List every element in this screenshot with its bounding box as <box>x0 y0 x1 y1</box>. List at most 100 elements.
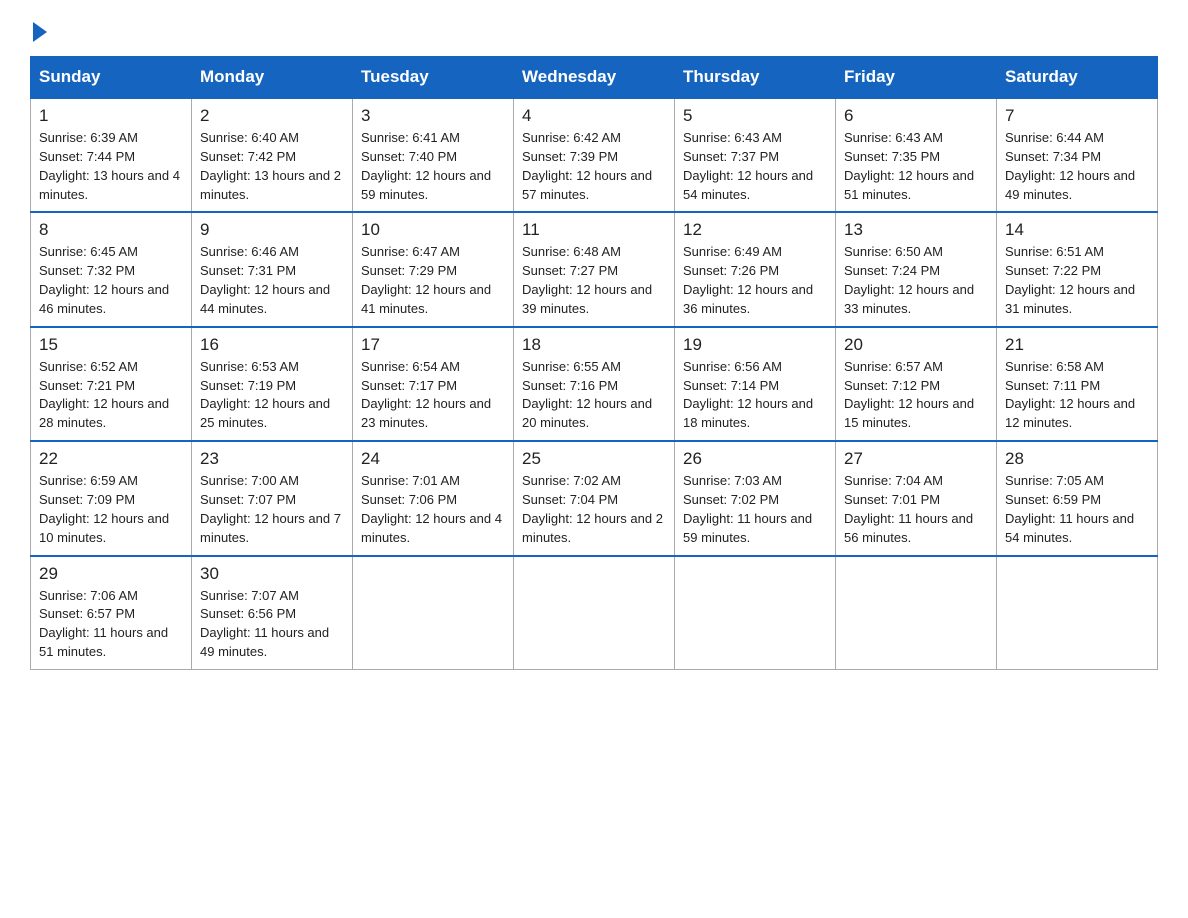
day-number: 28 <box>1005 449 1149 469</box>
calendar-cell: 6 Sunrise: 6:43 AMSunset: 7:35 PMDayligh… <box>836 98 997 212</box>
day-info: Sunrise: 7:05 AMSunset: 6:59 PMDaylight:… <box>1005 472 1149 547</box>
day-number: 20 <box>844 335 988 355</box>
calendar-cell: 3 Sunrise: 6:41 AMSunset: 7:40 PMDayligh… <box>353 98 514 212</box>
day-info: Sunrise: 7:07 AMSunset: 6:56 PMDaylight:… <box>200 587 344 662</box>
calendar-week-row: 1 Sunrise: 6:39 AMSunset: 7:44 PMDayligh… <box>31 98 1158 212</box>
calendar-week-row: 8 Sunrise: 6:45 AMSunset: 7:32 PMDayligh… <box>31 212 1158 326</box>
calendar-cell: 26 Sunrise: 7:03 AMSunset: 7:02 PMDaylig… <box>675 441 836 555</box>
day-info: Sunrise: 6:54 AMSunset: 7:17 PMDaylight:… <box>361 358 505 433</box>
calendar-cell: 2 Sunrise: 6:40 AMSunset: 7:42 PMDayligh… <box>192 98 353 212</box>
calendar-cell: 8 Sunrise: 6:45 AMSunset: 7:32 PMDayligh… <box>31 212 192 326</box>
day-info: Sunrise: 6:42 AMSunset: 7:39 PMDaylight:… <box>522 129 666 204</box>
calendar-cell: 1 Sunrise: 6:39 AMSunset: 7:44 PMDayligh… <box>31 98 192 212</box>
day-number: 24 <box>361 449 505 469</box>
day-number: 30 <box>200 564 344 584</box>
day-info: Sunrise: 6:43 AMSunset: 7:37 PMDaylight:… <box>683 129 827 204</box>
weekday-header-sunday: Sunday <box>31 57 192 99</box>
day-number: 5 <box>683 106 827 126</box>
calendar-cell: 18 Sunrise: 6:55 AMSunset: 7:16 PMDaylig… <box>514 327 675 441</box>
day-info: Sunrise: 6:47 AMSunset: 7:29 PMDaylight:… <box>361 243 505 318</box>
day-number: 1 <box>39 106 183 126</box>
day-info: Sunrise: 6:43 AMSunset: 7:35 PMDaylight:… <box>844 129 988 204</box>
calendar-cell: 22 Sunrise: 6:59 AMSunset: 7:09 PMDaylig… <box>31 441 192 555</box>
day-number: 3 <box>361 106 505 126</box>
calendar-cell: 9 Sunrise: 6:46 AMSunset: 7:31 PMDayligh… <box>192 212 353 326</box>
calendar-header-row: SundayMondayTuesdayWednesdayThursdayFrid… <box>31 57 1158 99</box>
weekday-header-thursday: Thursday <box>675 57 836 99</box>
logo <box>30 20 47 38</box>
day-number: 4 <box>522 106 666 126</box>
day-info: Sunrise: 6:44 AMSunset: 7:34 PMDaylight:… <box>1005 129 1149 204</box>
day-number: 19 <box>683 335 827 355</box>
calendar-table: SundayMondayTuesdayWednesdayThursdayFrid… <box>30 56 1158 670</box>
day-info: Sunrise: 7:00 AMSunset: 7:07 PMDaylight:… <box>200 472 344 547</box>
day-info: Sunrise: 7:01 AMSunset: 7:06 PMDaylight:… <box>361 472 505 547</box>
calendar-cell: 16 Sunrise: 6:53 AMSunset: 7:19 PMDaylig… <box>192 327 353 441</box>
weekday-header-saturday: Saturday <box>997 57 1158 99</box>
weekday-header-wednesday: Wednesday <box>514 57 675 99</box>
weekday-header-friday: Friday <box>836 57 997 99</box>
calendar-cell <box>353 556 514 670</box>
calendar-cell: 25 Sunrise: 7:02 AMSunset: 7:04 PMDaylig… <box>514 441 675 555</box>
day-number: 7 <box>1005 106 1149 126</box>
calendar-cell: 5 Sunrise: 6:43 AMSunset: 7:37 PMDayligh… <box>675 98 836 212</box>
day-number: 23 <box>200 449 344 469</box>
day-number: 15 <box>39 335 183 355</box>
weekday-header-tuesday: Tuesday <box>353 57 514 99</box>
calendar-cell: 12 Sunrise: 6:49 AMSunset: 7:26 PMDaylig… <box>675 212 836 326</box>
calendar-cell: 30 Sunrise: 7:07 AMSunset: 6:56 PMDaylig… <box>192 556 353 670</box>
day-number: 14 <box>1005 220 1149 240</box>
day-info: Sunrise: 7:06 AMSunset: 6:57 PMDaylight:… <box>39 587 183 662</box>
day-info: Sunrise: 6:49 AMSunset: 7:26 PMDaylight:… <box>683 243 827 318</box>
calendar-cell: 19 Sunrise: 6:56 AMSunset: 7:14 PMDaylig… <box>675 327 836 441</box>
day-info: Sunrise: 6:58 AMSunset: 7:11 PMDaylight:… <box>1005 358 1149 433</box>
day-info: Sunrise: 6:51 AMSunset: 7:22 PMDaylight:… <box>1005 243 1149 318</box>
day-number: 12 <box>683 220 827 240</box>
day-info: Sunrise: 6:55 AMSunset: 7:16 PMDaylight:… <box>522 358 666 433</box>
calendar-cell <box>836 556 997 670</box>
day-info: Sunrise: 6:56 AMSunset: 7:14 PMDaylight:… <box>683 358 827 433</box>
calendar-cell: 29 Sunrise: 7:06 AMSunset: 6:57 PMDaylig… <box>31 556 192 670</box>
calendar-cell: 21 Sunrise: 6:58 AMSunset: 7:11 PMDaylig… <box>997 327 1158 441</box>
calendar-cell: 14 Sunrise: 6:51 AMSunset: 7:22 PMDaylig… <box>997 212 1158 326</box>
logo-triangle-icon <box>33 22 47 42</box>
day-number: 2 <box>200 106 344 126</box>
day-number: 26 <box>683 449 827 469</box>
calendar-cell: 4 Sunrise: 6:42 AMSunset: 7:39 PMDayligh… <box>514 98 675 212</box>
day-number: 16 <box>200 335 344 355</box>
calendar-cell: 13 Sunrise: 6:50 AMSunset: 7:24 PMDaylig… <box>836 212 997 326</box>
day-info: Sunrise: 7:04 AMSunset: 7:01 PMDaylight:… <box>844 472 988 547</box>
calendar-cell <box>675 556 836 670</box>
calendar-cell <box>997 556 1158 670</box>
day-info: Sunrise: 6:39 AMSunset: 7:44 PMDaylight:… <box>39 129 183 204</box>
day-info: Sunrise: 6:53 AMSunset: 7:19 PMDaylight:… <box>200 358 344 433</box>
day-info: Sunrise: 6:59 AMSunset: 7:09 PMDaylight:… <box>39 472 183 547</box>
day-number: 18 <box>522 335 666 355</box>
day-number: 17 <box>361 335 505 355</box>
day-info: Sunrise: 7:03 AMSunset: 7:02 PMDaylight:… <box>683 472 827 547</box>
day-info: Sunrise: 7:02 AMSunset: 7:04 PMDaylight:… <box>522 472 666 547</box>
day-number: 22 <box>39 449 183 469</box>
calendar-cell: 28 Sunrise: 7:05 AMSunset: 6:59 PMDaylig… <box>997 441 1158 555</box>
day-number: 9 <box>200 220 344 240</box>
calendar-cell: 27 Sunrise: 7:04 AMSunset: 7:01 PMDaylig… <box>836 441 997 555</box>
calendar-cell: 24 Sunrise: 7:01 AMSunset: 7:06 PMDaylig… <box>353 441 514 555</box>
day-number: 10 <box>361 220 505 240</box>
day-info: Sunrise: 6:46 AMSunset: 7:31 PMDaylight:… <box>200 243 344 318</box>
calendar-cell: 11 Sunrise: 6:48 AMSunset: 7:27 PMDaylig… <box>514 212 675 326</box>
calendar-week-row: 29 Sunrise: 7:06 AMSunset: 6:57 PMDaylig… <box>31 556 1158 670</box>
calendar-cell: 10 Sunrise: 6:47 AMSunset: 7:29 PMDaylig… <box>353 212 514 326</box>
day-info: Sunrise: 6:57 AMSunset: 7:12 PMDaylight:… <box>844 358 988 433</box>
day-number: 13 <box>844 220 988 240</box>
calendar-cell: 17 Sunrise: 6:54 AMSunset: 7:17 PMDaylig… <box>353 327 514 441</box>
day-info: Sunrise: 6:48 AMSunset: 7:27 PMDaylight:… <box>522 243 666 318</box>
calendar-week-row: 22 Sunrise: 6:59 AMSunset: 7:09 PMDaylig… <box>31 441 1158 555</box>
calendar-cell <box>514 556 675 670</box>
weekday-header-monday: Monday <box>192 57 353 99</box>
calendar-cell: 7 Sunrise: 6:44 AMSunset: 7:34 PMDayligh… <box>997 98 1158 212</box>
day-info: Sunrise: 6:45 AMSunset: 7:32 PMDaylight:… <box>39 243 183 318</box>
calendar-cell: 15 Sunrise: 6:52 AMSunset: 7:21 PMDaylig… <box>31 327 192 441</box>
day-number: 25 <box>522 449 666 469</box>
calendar-cell: 20 Sunrise: 6:57 AMSunset: 7:12 PMDaylig… <box>836 327 997 441</box>
calendar-cell: 23 Sunrise: 7:00 AMSunset: 7:07 PMDaylig… <box>192 441 353 555</box>
